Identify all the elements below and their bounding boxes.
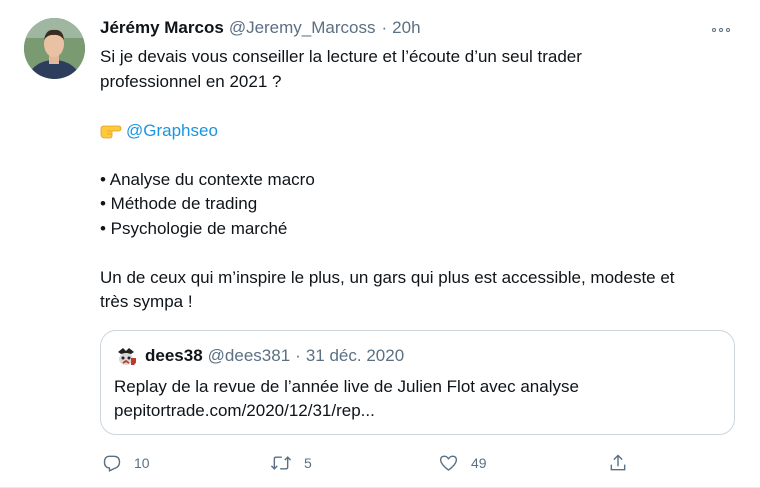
text-line: Replay de la revue de l’année live de Ju… [114, 377, 579, 396]
text-line: Si je devais vous conseiller la lecture … [100, 47, 582, 66]
retweet-icon [270, 456, 292, 470]
quoted-tweet-header: dees38 @dees381 · 31 déc. 2020 [114, 344, 404, 368]
quoted-tweet-date: 31 déc. 2020 [305, 346, 405, 365]
like-count: 49 [471, 455, 487, 471]
quoted-author-name: dees38 [145, 346, 203, 365]
more-options-button[interactable] [707, 20, 735, 40]
retweet-count: 5 [304, 455, 312, 471]
more-icon [712, 28, 716, 32]
quoted-author-avatar [114, 344, 138, 368]
text-line: pepitortrade.com/2020/12/31/rep... [114, 401, 375, 420]
reply-button[interactable]: 10 [102, 448, 150, 478]
share-button[interactable] [608, 448, 628, 478]
avatar-photo [24, 18, 85, 79]
quoted-author-handle: @dees381 [207, 346, 291, 365]
text-line: Un de ceux qui m’inspire le plus, un gar… [100, 267, 675, 287]
share-icon [610, 454, 626, 471]
author-handle[interactable]: @Jeremy_Marcoss [229, 18, 376, 38]
retweet-button[interactable]: 5 [270, 448, 312, 478]
like-button[interactable]: 49 [438, 448, 487, 478]
reply-icon [103, 455, 121, 472]
text-line: très sympa ! [100, 292, 193, 311]
separator-dot: · [381, 18, 388, 37]
tweet-text: Si je devais vous conseiller la lecture … [100, 45, 740, 315]
mention-line: @Graphseo [100, 119, 740, 144]
tweet-actions: 10 5 49 [0, 448, 760, 478]
author-name[interactable]: Jérémy Marcos [100, 18, 224, 38]
like-icon [439, 455, 458, 471]
tweet-header: Jérémy Marcos @Jeremy_Marcoss · 20h [100, 18, 421, 42]
tweet[interactable]: Jérémy Marcos @Jeremy_Marcoss · 20h Si j… [0, 0, 760, 488]
tweet-time[interactable]: 20h [392, 18, 420, 38]
author-avatar[interactable] [24, 18, 85, 79]
text-line: professionnel en 2021 ? [100, 71, 282, 91]
reply-count: 10 [134, 455, 150, 471]
backhand-index-pointing-right-icon [100, 119, 126, 144]
separator-dot: · [295, 346, 301, 365]
quoted-tweet[interactable]: dees38 @dees381 · 31 déc. 2020 Replay de… [100, 330, 735, 435]
quoted-tweet-text: Replay de la revue de l’année live de Ju… [114, 375, 714, 423]
bullet-item: • Méthode de trading [100, 194, 258, 213]
mention-link[interactable]: @Graphseo [126, 121, 218, 140]
bullet-item: • Analyse du contexte macro [100, 169, 315, 189]
bullet-item: • Psychologie de marché [100, 218, 288, 238]
